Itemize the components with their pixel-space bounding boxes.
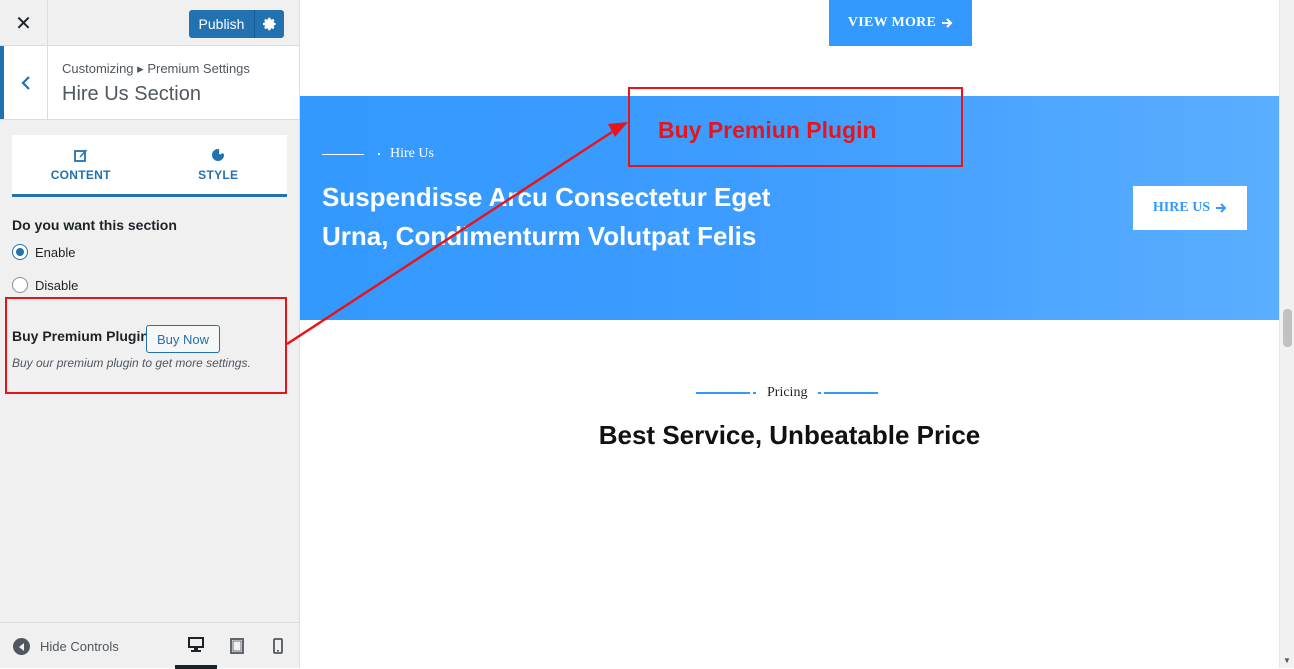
radio-enable-control[interactable] <box>12 244 28 260</box>
publish-label: Publish <box>198 16 245 32</box>
breadcrumb: Customizing ▸ Premium Settings <box>62 61 250 76</box>
premium-description: Buy our premium plugin to get more setti… <box>12 356 251 370</box>
tab-style-label: STYLE <box>198 167 239 182</box>
section-toggle-label: Do you want this section <box>12 217 177 233</box>
radio-disable-label: Disable <box>35 277 79 293</box>
section-header: Customizing ▸ Premium Settings Hire Us S… <box>0 46 299 120</box>
hire-us-kicker-label: Hire Us <box>390 146 434 161</box>
hide-controls-label: Hide Controls <box>40 639 119 654</box>
hire-us-heading: Suspendisse Arcu Consectetur Eget Urna, … <box>322 182 771 251</box>
close-button[interactable]: ✕ <box>0 0 48 46</box>
pricing-title: Best Service, Unbeatable Price <box>598 420 981 450</box>
view-more-label: VIEW MORE <box>847 15 937 30</box>
scroll-down-arrow-icon[interactable]: ▼ <box>1283 656 1291 665</box>
scrollbar-thumb[interactable] <box>1283 309 1292 347</box>
edit-icon <box>73 149 87 162</box>
customizer-topbar: ✕ Publish <box>0 0 299 46</box>
annotation-text: Buy Premiun Plugin <box>658 117 877 143</box>
palette-icon <box>212 148 225 161</box>
radio-disable-control[interactable] <box>12 277 28 293</box>
tab-style[interactable]: STYLE <box>150 135 288 194</box>
desktop-preview-button[interactable] <box>175 623 217 669</box>
gear-icon[interactable] <box>255 17 284 31</box>
radio-enable-label: Enable <box>35 244 76 260</box>
hide-controls-button[interactable]: Hide Controls <box>13 638 119 655</box>
radio-disable[interactable]: Disable <box>12 277 78 293</box>
section-title: Hire Us Section <box>62 83 201 105</box>
pricing-kicker: Pricing <box>696 385 879 401</box>
hire-us-button[interactable]: HIRE US <box>1133 186 1247 230</box>
chevron-left-icon <box>20 75 30 90</box>
radio-enable[interactable]: Enable <box>12 244 75 260</box>
tab-content-label: CONTENT <box>50 167 111 182</box>
tablet-preview-button[interactable] <box>216 623 258 669</box>
preview-scrollbar[interactable]: ▼ <box>1279 0 1294 668</box>
premium-title: Buy Premium Plugin <box>12 328 149 344</box>
publish-button[interactable]: Publish <box>189 10 284 38</box>
pricing-kicker-label: Pricing <box>767 385 808 400</box>
back-button[interactable] <box>0 46 48 119</box>
customizer-footer: Hide Controls <box>0 622 299 669</box>
mobile-icon <box>273 638 283 654</box>
customizer-sidebar: ✕ Publish Customizing ▸ Premium Settings… <box>0 0 300 669</box>
close-icon: ✕ <box>15 11 32 35</box>
tab-content[interactable]: CONTENT <box>12 135 150 194</box>
collapse-icon <box>13 638 30 655</box>
desktop-icon <box>188 636 204 652</box>
hire-us-kicker: Hire Us <box>322 146 434 162</box>
buy-now-button[interactable]: Buy Now <box>146 325 220 353</box>
tab-bar: CONTENT STYLE <box>12 135 287 197</box>
mobile-preview-button[interactable] <box>257 623 299 669</box>
arrow-right-icon <box>1216 203 1227 213</box>
hire-us-button-label: HIRE US <box>1152 200 1211 215</box>
arrow-right-icon <box>942 18 953 28</box>
view-more-button[interactable]: VIEW MORE <box>829 0 972 46</box>
tablet-icon <box>230 638 244 654</box>
